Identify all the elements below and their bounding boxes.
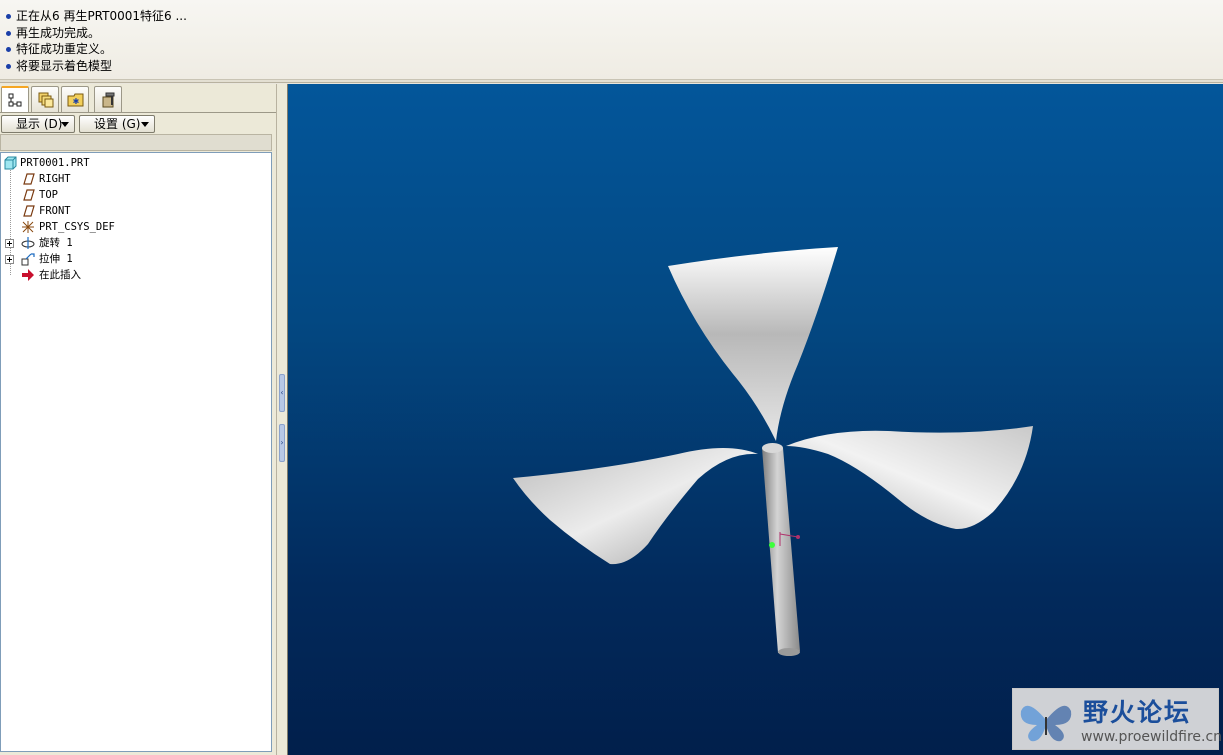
tree-column-header[interactable] [0,134,272,151]
message-text: 正在从6 再生PRT0001特征6 ... [16,9,187,23]
message-area-divider[interactable] [0,80,1223,83]
model-tree-icon [8,93,22,107]
tree-item-label: 在此插入 [39,269,81,281]
tree-item-front[interactable]: FRONT [9,203,259,219]
folder-favorites-icon: ✱ [67,93,84,107]
chevron-down-icon [141,122,149,127]
tab-model-tree[interactable] [1,86,29,113]
watermark-url: www.proewildfire.cn [1081,729,1223,745]
navigator-toolbar: 显示 (D) 设置 (G) [0,112,276,134]
tree-item-label: PRT_CSYS_DEF [39,221,115,233]
message-line: 将要显示着色模型 [4,58,1223,75]
tree-item-top[interactable]: TOP [9,187,259,203]
revolve-icon [21,237,35,249]
chevron-down-icon [61,122,69,127]
expand-right-handle[interactable]: › [279,424,285,462]
part-icon [4,156,17,170]
svg-text:✱: ✱ [73,97,80,106]
message-text: 再生成功完成。 [16,25,101,40]
message-line: 特征成功重定义。 [4,41,1223,58]
navigator-panel: ✱ 显示 (D) 设置 (G) PRT0001.PRT RIGHT TOP FR… [0,84,276,755]
csys-icon [22,221,34,233]
tree-item-label: TOP [39,189,58,201]
expand-plus-icon[interactable] [5,239,14,248]
show-dropdown-button[interactable]: 显示 (D) [1,115,75,133]
forum-watermark: 野火论坛 www.proewildfire.cn [1012,688,1223,750]
settings-button-label: 设置 (G) [94,117,141,131]
expand-plus-icon[interactable] [5,255,14,264]
show-button-label: 显示 (D) [16,117,63,131]
navigator-tab-strip: ✱ [0,84,276,113]
right-blade [786,426,1033,530]
left-blade [513,448,758,565]
message-bullet-icon [6,30,11,36]
tab-layers[interactable] [31,86,59,112]
tree-item-csys[interactable]: PRT_CSYS_DEF [9,219,259,235]
tree-item-label: 旋转 1 [39,237,73,249]
tree-item-label: FRONT [39,205,71,217]
settings-dropdown-button[interactable]: 设置 (G) [79,115,155,133]
shaded-model [513,247,1033,656]
datum-plane-icon [23,173,35,185]
datum-plane-icon [23,205,35,217]
shaft-surface [762,448,800,653]
watermark-title: 野火论坛 [1083,698,1192,727]
shaft-bottom-cap [778,648,800,656]
insert-here-arrow-icon [22,269,34,281]
message-line: 再生成功完成。 [4,25,1223,42]
model-tree[interactable]: PRT0001.PRT RIGHT TOP FRONT PRT_CSYS_DEF [0,152,272,752]
tree-item-label: PRT0001.PRT [20,157,90,169]
tree-item-label: 拉伸 1 [39,253,73,265]
tree-item-revolve[interactable]: 旋转 1 [4,235,259,251]
graphics-viewport[interactable] [288,84,1223,755]
tree-item-label: RIGHT [39,173,71,185]
layers-icon [38,92,54,108]
butterfly-logo-icon [1020,705,1072,742]
csys-marker-icon [769,542,775,548]
datum-plane-icon [23,189,35,201]
tree-item-extrude[interactable]: 拉伸 1 [4,251,259,267]
tab-tools[interactable] [94,86,122,112]
tree-item-right[interactable]: RIGHT [9,171,259,187]
top-blade [668,247,838,441]
tools-icon [102,92,115,108]
message-bullet-icon [6,47,11,52]
message-bullet-icon [6,14,11,19]
csys-axis-end-icon [796,535,800,539]
message-text: 将要显示着色模型 [16,58,113,73]
extrude-icon [21,253,35,266]
message-text: 特征成功重定义。 [16,42,113,56]
tree-item-root[interactable]: PRT0001.PRT [3,155,263,171]
message-area: 正在从6 再生PRT0001特征6 ... 再生成功完成。 特征成功重定义。 将… [0,0,1223,80]
panel-splitter[interactable]: ‹ › [276,84,288,755]
message-bullet-icon [6,63,11,69]
shaft-top-cap [762,443,783,453]
collapse-left-handle[interactable]: ‹ [279,374,285,412]
tab-folder-browser[interactable]: ✱ [61,86,89,112]
message-line: 正在从6 再生PRT0001特征6 ... [4,8,1223,25]
tree-item-insert-here[interactable]: 在此插入 [9,267,259,283]
